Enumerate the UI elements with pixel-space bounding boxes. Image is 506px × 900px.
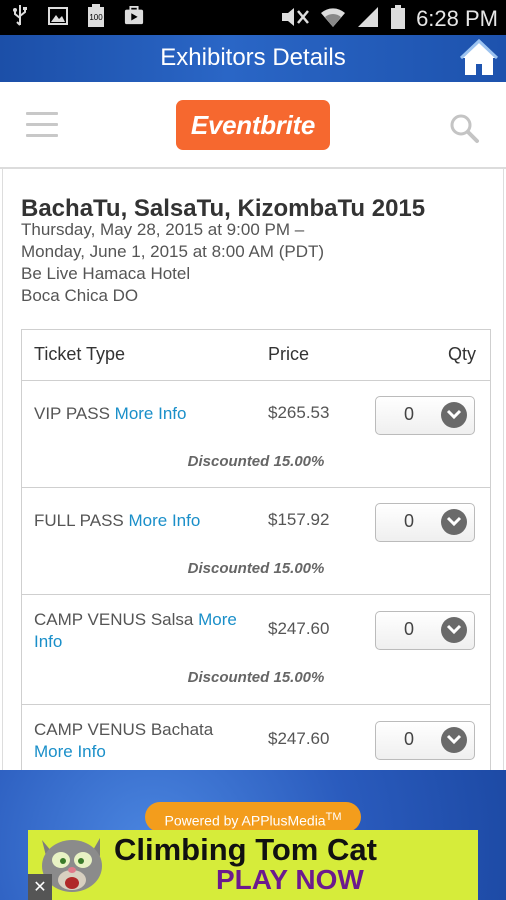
more-info-link[interactable]: More Info xyxy=(34,742,106,761)
ticket-name: VIP PASS More Info xyxy=(34,403,249,425)
ad-play-now-button[interactable]: PLAY NOW xyxy=(216,864,364,896)
menu-bar-line xyxy=(26,112,58,115)
chevron-down-icon xyxy=(441,509,467,535)
mute-icon xyxy=(280,5,310,33)
quantity-select[interactable]: 0 xyxy=(375,396,475,435)
event-content: BachaTu, SalsaTu, KizombaTu 2015 Thursda… xyxy=(0,169,506,771)
play-store-icon xyxy=(124,6,144,26)
ticket-price: $157.92 xyxy=(268,510,330,529)
ticket-row: CAMP VENUS Bachata More Info $247.60 0 xyxy=(22,705,490,771)
wifi-icon xyxy=(320,5,346,33)
ticket-name: CAMP VENUS Bachata More Info xyxy=(34,719,249,763)
ad-banner-title: Climbing Tom Cat xyxy=(114,832,377,867)
ticket-row: FULL PASS More Info $157.92 0 Discounted… xyxy=(22,488,490,595)
image-icon xyxy=(48,6,68,26)
header-price: Price xyxy=(268,344,310,364)
usb-icon xyxy=(10,5,30,26)
more-info-link[interactable]: More Info xyxy=(129,511,201,530)
status-bar: 100 6:28 PM xyxy=(0,0,506,35)
ticket-name-text: FULL PASS xyxy=(34,511,124,530)
quantity-select[interactable]: 0 xyxy=(375,611,475,650)
ticket-name-text: CAMP VENUS Salsa xyxy=(34,610,194,629)
ticket-name-text: VIP PASS xyxy=(34,404,110,423)
search-icon xyxy=(450,114,479,143)
ticket-row: CAMP VENUS Salsa More Info $247.60 0 Dis… xyxy=(22,595,490,705)
page-title: Exhibitors Details xyxy=(160,44,346,71)
quantity-select[interactable]: 0 xyxy=(375,721,475,760)
battery-icon xyxy=(390,4,406,34)
search-button[interactable] xyxy=(448,112,480,144)
event-date-start: Thursday, May 28, 2015 at 9:00 PM – xyxy=(21,220,305,239)
menu-bar-line xyxy=(26,123,58,126)
eventbrite-logo[interactable]: Eventbrite xyxy=(176,100,330,150)
home-button[interactable] xyxy=(458,37,500,79)
app-header: Exhibitors Details xyxy=(0,35,506,82)
trademark-mark: TM xyxy=(325,811,342,823)
menu-bar-line xyxy=(26,134,58,137)
svg-text:100: 100 xyxy=(89,13,103,22)
discount-label: Discounted 15.00% xyxy=(187,669,325,686)
ticket-name: FULL PASS More Info xyxy=(34,510,249,532)
status-notifications: 100 xyxy=(10,4,144,27)
ticket-table-header: Ticket Type Price Qty xyxy=(22,330,490,381)
event-card: BachaTu, SalsaTu, KizombaTu 2015 Thursda… xyxy=(2,169,504,771)
ticket-row: VIP PASS More Info $265.53 0 Discounted … xyxy=(22,381,490,488)
chevron-down-icon xyxy=(441,727,467,753)
ticket-name-text: CAMP VENUS Bachata xyxy=(34,720,214,739)
menu-button[interactable] xyxy=(26,112,58,138)
signal-icon xyxy=(356,5,380,33)
ticket-price: $247.60 xyxy=(268,729,330,748)
event-venue: Be Live Hamaca Hotel xyxy=(21,264,191,283)
ticket-name: CAMP VENUS Salsa More Info xyxy=(34,609,249,653)
powered-by-badge[interactable]: Powered by APPlusMediaTM xyxy=(145,802,361,832)
battery-100-icon: 100 xyxy=(86,4,106,27)
status-time: 6:28 PM xyxy=(416,6,498,31)
quantity-select[interactable]: 0 xyxy=(375,503,475,542)
header-ticket-type: Ticket Type xyxy=(34,344,126,364)
close-icon[interactable]: ✕ xyxy=(28,874,52,900)
more-info-link[interactable]: More Info xyxy=(115,404,187,423)
discount-label: Discounted 15.00% xyxy=(187,560,325,577)
quantity-value: 0 xyxy=(404,619,415,639)
event-title: BachaTu, SalsaTu, KizombaTu 2015 xyxy=(21,195,426,222)
powered-by-text: Powered by APPlusMedia xyxy=(164,812,326,829)
eventbrite-nav: Eventbrite xyxy=(0,82,506,169)
quantity-value: 0 xyxy=(404,404,415,424)
header-qty: Qty xyxy=(447,344,476,364)
quantity-value: 0 xyxy=(404,511,415,531)
ticket-price: $265.53 xyxy=(268,403,330,422)
discount-label: Discounted 15.00% xyxy=(187,453,325,470)
chevron-down-icon xyxy=(441,402,467,428)
ticket-table: Ticket Type Price Qty VIP PASS More Info… xyxy=(21,329,491,771)
ad-banner[interactable]: Climbing Tom Cat PLAY NOW ✕ xyxy=(28,830,478,900)
event-date-end: Monday, June 1, 2015 at 8:00 AM (PDT) xyxy=(21,242,325,261)
home-icon xyxy=(459,38,499,75)
event-city: Boca Chica DO xyxy=(21,286,139,305)
chevron-down-icon xyxy=(441,617,467,643)
ticket-price: $247.60 xyxy=(268,619,330,638)
quantity-value: 0 xyxy=(404,729,415,749)
ad-area: Powered by APPlusMediaTM Climbing Tom Ca… xyxy=(0,770,506,900)
